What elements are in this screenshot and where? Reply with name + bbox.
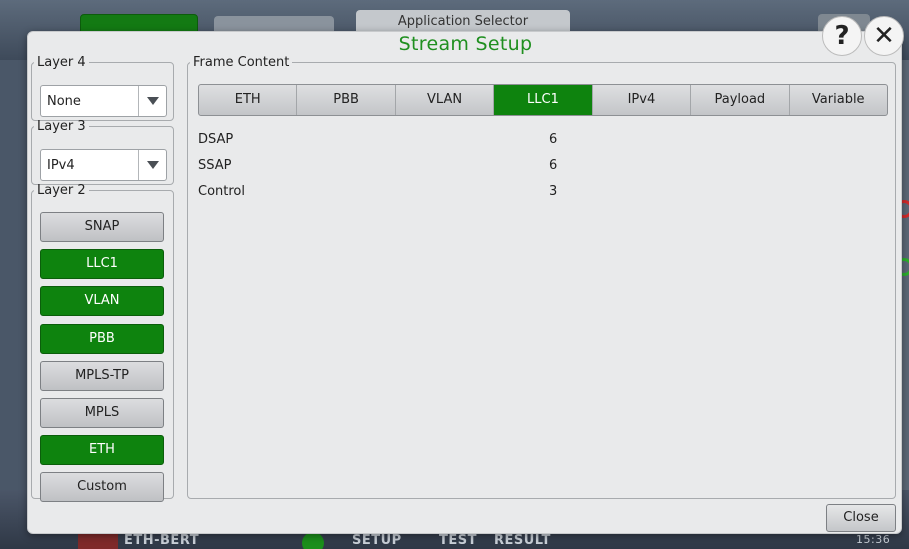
layer3-select[interactable]: IPv4 bbox=[40, 149, 167, 181]
taskbar-time: 15:36 bbox=[856, 533, 891, 546]
close-button[interactable]: Close bbox=[826, 504, 896, 532]
frame-content-tabbar: ETH PBB VLAN LLC1 IPv4 Payload Variable bbox=[198, 84, 888, 116]
layer2-pbb-button[interactable]: PBB bbox=[40, 324, 164, 354]
help-icon[interactable]: ? bbox=[822, 16, 862, 56]
chevron-down-icon[interactable] bbox=[138, 150, 166, 180]
application-selector-label: Application Selector bbox=[397, 14, 529, 29]
field-value-dsap[interactable]: 6 bbox=[549, 132, 557, 147]
tab-eth[interactable]: ETH bbox=[199, 85, 298, 115]
layer2-vlan-button[interactable]: VLAN bbox=[40, 286, 164, 316]
layer4-group: Layer 4 None bbox=[31, 55, 174, 121]
frame-content-group: Frame Content bbox=[187, 55, 896, 499]
layer2-group: Layer 2 SNAP LLC1 VLAN PBB MPLS-TP MPLS … bbox=[31, 183, 174, 502]
field-label-control: Control bbox=[198, 184, 245, 199]
tab-llc1[interactable]: LLC1 bbox=[494, 85, 593, 115]
field-label-ssap: SSAP bbox=[198, 158, 232, 173]
field-value-ssap[interactable]: 6 bbox=[549, 158, 557, 173]
layer4-select[interactable]: None bbox=[40, 85, 167, 117]
layer3-legend: Layer 3 bbox=[37, 119, 86, 134]
field-value-control[interactable]: 3 bbox=[549, 184, 557, 199]
layer4-value: None bbox=[47, 94, 81, 109]
taskbar-app-name[interactable]: ETH-BERT bbox=[124, 533, 199, 548]
taskbar-tab-setup[interactable]: SETUP bbox=[352, 533, 402, 548]
tab-vlan[interactable]: VLAN bbox=[396, 85, 495, 115]
tab-pbb[interactable]: PBB bbox=[297, 85, 396, 115]
dialog-title: Stream Setup bbox=[398, 33, 533, 55]
layer3-group: Layer 3 IPv4 bbox=[31, 119, 174, 185]
layer2-snap-button[interactable]: SNAP bbox=[40, 212, 164, 242]
layer4-legend: Layer 4 bbox=[37, 55, 86, 70]
frame-content-legend: Frame Content bbox=[193, 55, 290, 70]
close-icon[interactable]: ✕ bbox=[864, 16, 904, 56]
tab-payload[interactable]: Payload bbox=[691, 85, 790, 115]
layer2-eth-button[interactable]: ETH bbox=[40, 435, 164, 465]
field-label-dsap: DSAP bbox=[198, 132, 234, 147]
tab-variable[interactable]: Variable bbox=[790, 85, 887, 115]
chevron-down-icon[interactable] bbox=[138, 86, 166, 116]
layer3-value: IPv4 bbox=[47, 158, 75, 173]
layer2-legend: Layer 2 bbox=[37, 183, 86, 198]
layer2-custom-button[interactable]: Custom bbox=[40, 472, 164, 502]
layer2-llc1-button[interactable]: LLC1 bbox=[40, 249, 164, 279]
taskbar-tab-result[interactable]: RESULT bbox=[494, 533, 551, 548]
layer2-mpls-button[interactable]: MPLS bbox=[40, 398, 164, 428]
stream-setup-dialog: Stream Setup Layer 4 None Layer 3 IPv4 L… bbox=[27, 31, 902, 534]
layer2-mpls-tp-button[interactable]: MPLS-TP bbox=[40, 361, 164, 391]
tab-ipv4[interactable]: IPv4 bbox=[593, 85, 692, 115]
taskbar-tab-test[interactable]: TEST bbox=[439, 533, 477, 548]
